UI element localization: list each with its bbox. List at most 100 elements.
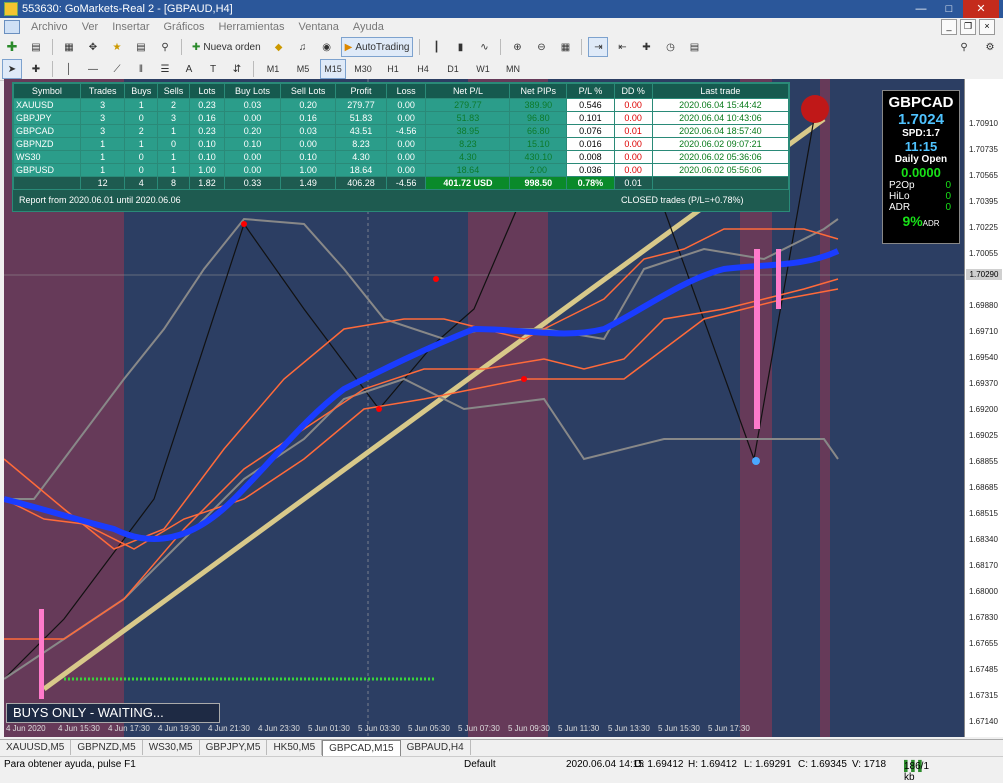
table-cell: 2020.06.04 10:43:06: [651, 111, 790, 125]
totals-cell: -4.56: [385, 176, 427, 190]
trendline-icon[interactable]: ⟋: [107, 59, 127, 79]
table-cell: 0.16: [188, 111, 226, 125]
totals-cell: 0.33: [224, 176, 282, 190]
price-label: 1.70910: [969, 119, 998, 128]
chart-tab[interactable]: XAUUSD,M5: [0, 740, 72, 755]
time-label: 5 Jun 11:30: [558, 724, 600, 733]
info-row-p2op: P2Op 0: [883, 180, 959, 191]
chart-tab[interactable]: HK50,M5: [267, 740, 323, 755]
totals-cell: 4: [124, 176, 159, 190]
data-window-icon[interactable]: ✥: [83, 37, 103, 57]
zoom-out-icon[interactable]: ⊖: [531, 37, 551, 57]
strategy-tester-icon[interactable]: ⚲: [155, 37, 175, 57]
price-scale[interactable]: 1.70910 1.70735 1.70565 1.70395 1.70225 …: [964, 79, 1003, 737]
chart-shift-icon[interactable]: ⇤: [612, 37, 632, 57]
autoscroll-icon[interactable]: ⇥: [588, 37, 609, 57]
indicators-icon[interactable]: ✚: [636, 37, 656, 57]
horizontal-line-icon[interactable]: —: [83, 59, 103, 79]
periods-icon[interactable]: ◷: [660, 37, 680, 57]
zigzag-trough-marker: [376, 406, 382, 412]
menu-ventana[interactable]: Ventana: [292, 21, 346, 33]
tf-w1[interactable]: W1: [470, 59, 496, 79]
autotrading-button[interactable]: ▶ AutoTrading: [340, 37, 414, 57]
cursor-icon[interactable]: ➤: [2, 59, 22, 79]
candlestick-icon[interactable]: ▮: [450, 37, 470, 57]
vps-icon[interactable]: ◉: [317, 37, 337, 57]
line-chart-icon[interactable]: ∿: [474, 37, 494, 57]
totals-cell: 0.78%: [566, 176, 615, 190]
table-cell: 1.00: [188, 163, 226, 177]
close-button[interactable]: ✕: [963, 0, 999, 18]
totals-cell: 998.50: [509, 176, 568, 190]
status-help: Para obtener ayuda, pulse F1: [4, 759, 136, 770]
tf-h1[interactable]: H1: [380, 59, 406, 79]
navigator-icon[interactable]: ★: [107, 37, 127, 57]
templates-icon[interactable]: ▤: [684, 37, 704, 57]
menu-ver[interactable]: Ver: [75, 21, 106, 33]
tf-m30[interactable]: M30: [350, 59, 376, 79]
tf-m5[interactable]: M5: [290, 59, 316, 79]
account-icon[interactable]: ⚙: [980, 37, 1000, 57]
time-label: 5 Jun 15:30: [658, 724, 700, 733]
arrows-icon[interactable]: ⇵: [227, 59, 247, 79]
tf-mn[interactable]: MN: [500, 59, 526, 79]
mdi-close-button[interactable]: ×: [979, 19, 995, 35]
price-label: 1.69370: [969, 379, 998, 388]
vertical-line-icon[interactable]: │: [59, 59, 79, 79]
table-cell: 1: [157, 150, 190, 164]
totals-cell: 0.01: [613, 176, 653, 190]
new-order-button[interactable]: ✚ Nueva orden: [188, 37, 265, 57]
mdi-restore-button[interactable]: ❐: [960, 19, 976, 35]
maximize-button[interactable]: □: [935, 0, 963, 18]
channel-icon[interactable]: ‖: [131, 59, 151, 79]
table-row: GBPNZD 1 1 0 0.10 0.10 0.00 8.23 0.00 8.23 15.10 0.…: [13, 137, 790, 151]
metaeditor-icon[interactable]: ◆: [269, 37, 289, 57]
table-cell: 0.00: [385, 98, 427, 112]
text-icon[interactable]: A: [179, 59, 199, 79]
mdi-minimize-button[interactable]: _: [941, 19, 957, 35]
bar-chart-icon[interactable]: ┃: [426, 37, 446, 57]
traffic-value: 186/1 kb: [904, 761, 930, 783]
chart-tab[interactable]: WS30,M5: [143, 740, 200, 755]
menu-herramientas[interactable]: Herramientas: [211, 21, 291, 33]
chart-tab[interactable]: GBPNZD,M5: [71, 740, 143, 755]
fibonacci-icon[interactable]: ☰: [155, 59, 175, 79]
table-cell: 3: [79, 98, 126, 112]
terminal-icon[interactable]: ▤: [131, 37, 151, 57]
table-cell: 0.546: [566, 98, 615, 112]
tf-m1[interactable]: M1: [260, 59, 286, 79]
chart-tab[interactable]: GBPCAD,M15: [322, 740, 401, 756]
table-cell: WS30: [13, 150, 81, 164]
menu-graficos[interactable]: Gráficos: [157, 21, 212, 33]
info-row-adr: ADR 0: [883, 202, 959, 213]
table-cell: 0.00: [613, 111, 653, 125]
adr-value: 0: [945, 202, 951, 213]
chart-tab[interactable]: GBPAUD,H4: [401, 740, 471, 755]
label-icon[interactable]: T: [203, 59, 223, 79]
tf-d1[interactable]: D1: [440, 59, 466, 79]
menu-ayuda[interactable]: Ayuda: [346, 21, 391, 33]
zoom-in-icon[interactable]: ⊕: [507, 37, 527, 57]
time-label: 5 Jun 03:30: [358, 724, 400, 733]
time-label: 5 Jun 07:30: [458, 724, 500, 733]
price-label: 1.69200: [969, 405, 998, 414]
market-watch-icon[interactable]: ▦: [59, 37, 79, 57]
table-cell: 0: [124, 163, 159, 177]
search-icon[interactable]: ⚲: [954, 37, 974, 57]
tile-windows-icon[interactable]: ▦: [555, 37, 575, 57]
tf-m15[interactable]: M15: [320, 59, 346, 79]
menu-insertar[interactable]: Insertar: [105, 21, 156, 33]
bollinger-middle-line: [4, 288, 839, 550]
signals-icon[interactable]: ♫: [293, 37, 313, 57]
table-cell: XAUUSD: [13, 98, 81, 112]
price-label: 1.68340: [969, 535, 998, 544]
chart-tab[interactable]: GBPJPY,M5: [200, 740, 268, 755]
menu-archivo[interactable]: Archivo: [24, 21, 75, 33]
profiles-icon[interactable]: ▤: [26, 37, 46, 57]
table-cell: 0: [157, 137, 190, 151]
minimize-button[interactable]: —: [907, 0, 935, 18]
new-chart-icon[interactable]: ✚: [2, 37, 22, 57]
tf-h4[interactable]: H4: [410, 59, 436, 79]
adr-label: ADR: [889, 202, 911, 213]
crosshair-icon[interactable]: ✚: [26, 59, 46, 79]
